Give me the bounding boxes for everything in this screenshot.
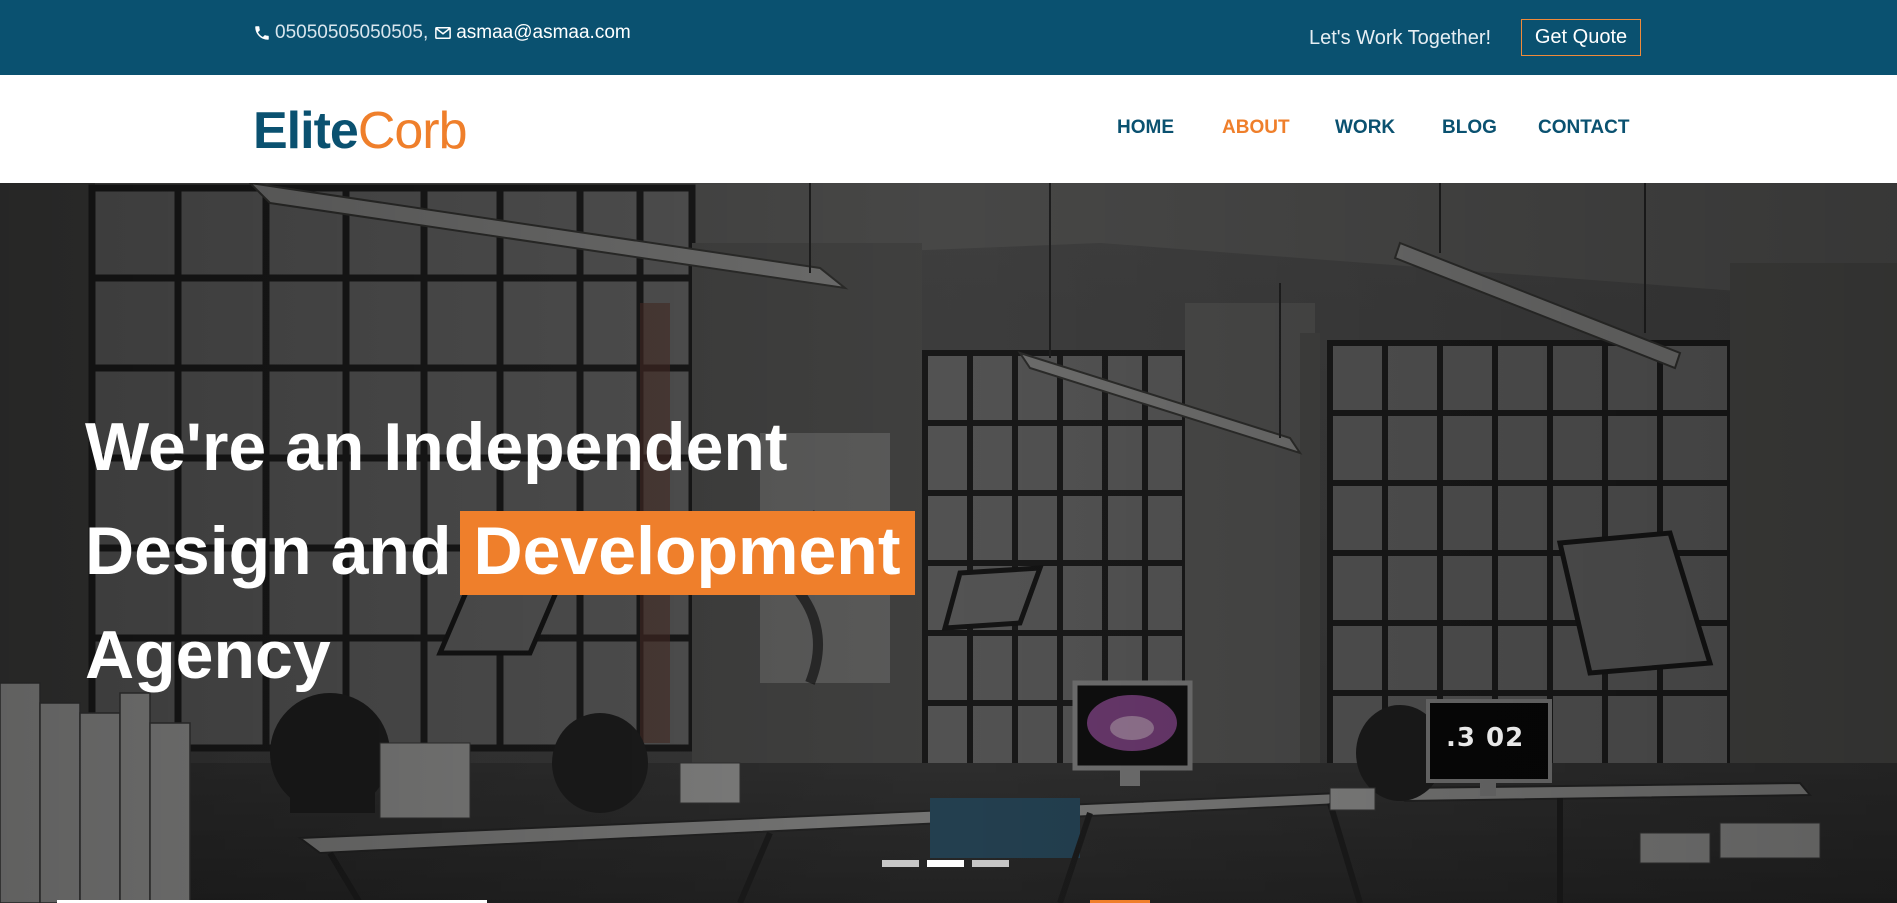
nav-work[interactable]: WORK [1335,117,1395,139]
logo-part-corb: Corb [357,102,468,160]
headline-line-2: Design and Development [85,499,915,603]
headline-line-3: Agency [85,617,331,693]
logo-part-elite: Elite [253,102,359,160]
slide-dot-3[interactable] [972,860,1009,867]
get-quote-button[interactable]: Get Quote [1521,19,1641,56]
nav-home[interactable]: HOME [1117,117,1174,139]
slide-dot-2[interactable] [927,860,964,867]
phone-icon [255,26,269,40]
slide-dot-1[interactable] [882,860,919,867]
envelope-icon [435,27,452,39]
headline-line-2-text: Design and [85,513,452,589]
logo[interactable]: EliteCorb [253,101,468,161]
headline-highlight: Development [459,511,915,595]
contact-separator: , [422,22,429,43]
contact-info: 05050505050505 , asmaa@asmaa.com [253,22,631,44]
phone-number[interactable]: 05050505050505 [275,22,423,44]
nav-about[interactable]: ABOUT [1222,117,1290,139]
email-link[interactable]: asmaa@asmaa.com [456,22,631,44]
monitor-readout: .3 02 [1446,723,1525,753]
nav-contact[interactable]: CONTACT [1538,117,1629,139]
tagline: Let's Work Together! [1309,27,1492,49]
top-bar: 05050505050505 , asmaa@asmaa.com Let's W… [0,0,1897,75]
hero-slider: .3 02 We're an Independent Design and Dev… [0,183,1897,903]
main-navbar: EliteCorb HOME ABOUT WORK BLOG CONTACT [0,75,1897,183]
headline-line-1: We're an Independent [85,409,788,485]
slider-pagination [882,860,1009,867]
nav-blog[interactable]: BLOG [1442,117,1497,139]
hero-headline: We're an Independent Design and Developme… [85,395,915,707]
